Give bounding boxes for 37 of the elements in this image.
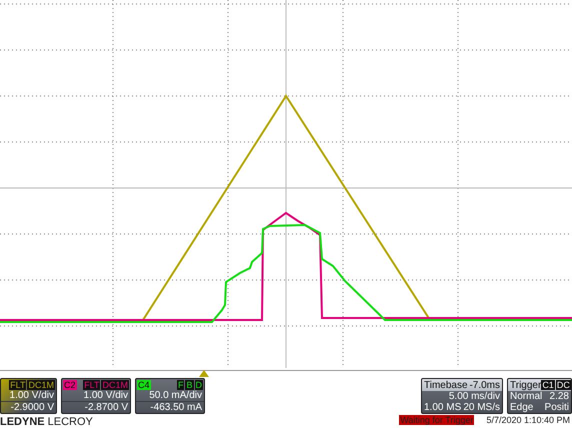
channel-tag: F	[176, 380, 184, 390]
channel-panel[interactable]: C4 F B D 50.0 mA/div -463.50 mA	[135, 378, 205, 414]
channel-tag: DC1M	[27, 380, 55, 390]
trigger-panel[interactable]: TriggerC1 DC Normal 2.28 Edge Positi	[507, 378, 572, 414]
channel-tag: DC1M	[101, 380, 129, 390]
timebase-delay: -7.0ms	[469, 380, 500, 390]
panel-title: Timebase	[424, 380, 468, 390]
channel-panel[interactable]: C2 FLT DC1M 1.00 V/div -2.8700 V	[61, 378, 131, 414]
date-time: 5/7/2020 1:10:40 PM	[486, 415, 570, 425]
trigger-level: 2.28	[550, 391, 569, 402]
volts-per-div: 50.0 mA/div	[149, 390, 202, 401]
channel-tag: D	[194, 380, 203, 390]
timebase-panel[interactable]: Timebase -7.0ms 5.00 ms/div 1.00 MS 20 MS/s	[421, 378, 503, 414]
channel-panel[interactable]: FLT DC1M 1.00 V/div -2.9000 V	[0, 378, 57, 414]
timebase-scale: 5.00 ms/div	[448, 391, 500, 402]
channel-tag: FLT	[83, 380, 100, 390]
channel-offset: -2.9000 V	[10, 402, 54, 413]
trigger-tag: DC	[556, 380, 571, 390]
logo-text: LECROY	[48, 416, 93, 428]
channel-label: C4	[137, 380, 151, 390]
logo-text: LEDYNE	[0, 416, 45, 428]
trigger-type: Edge	[510, 402, 534, 413]
channel-tag: FLT	[9, 380, 26, 390]
panel-title: Trigger	[510, 380, 542, 390]
volts-per-div: 1.00 V/div	[10, 390, 54, 401]
channel-tag: B	[185, 380, 194, 390]
volts-per-div: 1.00 V/div	[84, 390, 128, 401]
channel-offset: -2.8700 V	[84, 402, 128, 413]
trigger-position-icon	[199, 370, 209, 377]
sample-points: 1.00 MS	[424, 402, 462, 413]
trigger-slope: Positi	[544, 402, 569, 413]
trigger-mode: Normal	[510, 391, 542, 402]
channel-label: C2	[63, 380, 77, 390]
trigger-status: Waiting for Trigger	[399, 415, 474, 425]
channel-offset: -463.50 mA	[150, 402, 202, 413]
trigger-tag: C1	[541, 380, 555, 390]
sample-rate: 20 MS/s	[463, 402, 500, 413]
